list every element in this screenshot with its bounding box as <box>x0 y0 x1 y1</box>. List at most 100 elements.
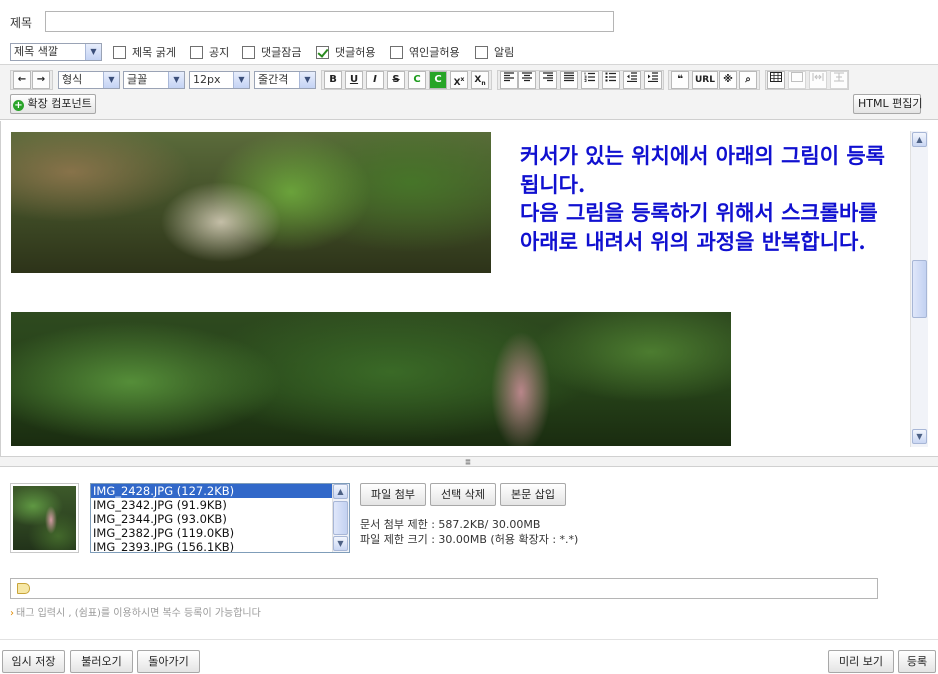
resize-grip-icon[interactable]: ▬ ▬ <box>463 458 473 467</box>
strikethrough-button[interactable]: S <box>387 71 405 89</box>
back-button[interactable]: 돌아가기 <box>137 650 200 673</box>
superscript-button[interactable]: Xx <box>450 71 468 89</box>
tag-icon <box>17 583 30 594</box>
chevron-down-icon[interactable]: ▼ <box>912 429 927 444</box>
url-button[interactable]: URL <box>692 71 718 89</box>
checkbox-box[interactable] <box>190 45 203 59</box>
checkbox-box[interactable] <box>242 45 255 59</box>
search-icon[interactable]: ⌕ <box>739 71 757 89</box>
chevron-down-icon: ▼ <box>103 72 119 88</box>
title-color-select-value: 제목 색깔 <box>14 45 58 58</box>
redo-button[interactable]: → <box>32 71 50 89</box>
indent-icon[interactable] <box>644 71 662 89</box>
split-cells-icon[interactable] <box>830 71 848 89</box>
checkbox-box[interactable] <box>390 45 403 59</box>
load-button[interactable]: 불러오기 <box>70 650 133 673</box>
format-select[interactable]: 형식 ▼ <box>58 71 120 89</box>
html-editor-button[interactable]: HTML 편집기 <box>853 94 922 114</box>
text-color-button[interactable]: C <box>408 71 426 89</box>
editor-scrollbar[interactable]: ▲ ▼ <box>910 131 928 447</box>
tag-hint: › 태그 입력시 , (쉼표)를 이용하시면 복수 등록이 가능합니다 <box>10 604 261 619</box>
quote-button[interactable]: ❝ <box>671 71 689 89</box>
bold-title-checkbox[interactable]: 제목 굵게 <box>113 44 176 60</box>
line-height-select-value: 줄간격 <box>258 73 289 86</box>
undo-button[interactable]: ← <box>13 71 31 89</box>
merge-cells-icon[interactable] <box>809 71 827 89</box>
font-select-value: 글꼴 <box>127 73 148 86</box>
line-height-select[interactable]: 줄간격 ▼ <box>254 71 316 89</box>
bullet-icon: › <box>10 608 14 619</box>
chevron-up-icon[interactable]: ▲ <box>333 484 348 499</box>
file-list-item[interactable]: IMG_2382.JPG (119.0KB) <box>91 526 349 540</box>
subscript-button[interactable]: Xn <box>471 71 489 89</box>
checkbox-box[interactable] <box>475 45 488 59</box>
cell-icon[interactable] <box>788 71 806 89</box>
ordered-list-icon[interactable] <box>581 71 599 89</box>
insert-into-body-button[interactable]: 본문 삽입 <box>500 483 566 506</box>
align-center-icon[interactable] <box>518 71 536 89</box>
submit-button[interactable]: 등록 <box>898 650 936 673</box>
chevron-down-icon[interactable]: ▼ <box>333 536 348 551</box>
checkbox-box-checked[interactable] <box>316 45 329 59</box>
file-list-item[interactable]: IMG_2342.JPG (91.9KB) <box>91 498 349 512</box>
unordered-list-icon[interactable] <box>602 71 620 89</box>
checkbox-label: 공지 <box>209 46 230 59</box>
temp-save-button[interactable]: 임시 저장 <box>2 650 65 673</box>
attachment-file-list[interactable]: IMG_2428.JPG (127.2KB) IMG_2342.JPG (91.… <box>90 483 350 553</box>
allow-trackback-checkbox[interactable]: 엮인글허용 <box>390 44 460 60</box>
chevron-up-icon[interactable]: ▲ <box>912 132 927 147</box>
bold-button[interactable]: B <box>324 71 342 89</box>
file-list-item[interactable]: IMG_2393.JPG (156.1KB) <box>91 540 349 552</box>
allow-comments-checkbox[interactable]: 댓글허용 <box>316 44 375 60</box>
thumbnail-image <box>13 486 76 550</box>
title-input[interactable] <box>45 11 614 32</box>
chevron-down-icon: ▼ <box>85 44 101 60</box>
editor-paragraph: 커서가 있는 위치에서 아래의 그림이 등록됩니다. <box>520 143 885 197</box>
checkbox-box[interactable] <box>113 45 126 59</box>
notify-checkbox[interactable]: 알림 <box>475 44 514 60</box>
file-list-scrollbar[interactable]: ▲ ▼ <box>332 484 349 552</box>
align-left-icon[interactable] <box>500 71 518 89</box>
tag-input[interactable] <box>10 578 878 599</box>
special-char-button[interactable]: ※ <box>719 71 737 89</box>
superscript-label: X <box>453 78 461 88</box>
scrollbar-thumb[interactable] <box>912 260 927 318</box>
font-size-select-value: 12px <box>193 73 221 86</box>
attachment-preview <box>10 483 79 553</box>
tag-hint-text: 태그 입력시 , (쉼표)를 이용하시면 복수 등록이 가능합니다 <box>16 608 261 619</box>
chevron-down-icon: ▼ <box>233 72 249 88</box>
format-select-value: 형식 <box>62 73 83 86</box>
align-right-icon[interactable] <box>539 71 557 89</box>
background-color-button[interactable]: C <box>429 71 447 89</box>
checkbox-label: 댓글허용 <box>335 46 376 59</box>
scrollbar-thumb[interactable] <box>333 501 348 535</box>
delete-selected-button[interactable]: 선택 삭제 <box>430 483 496 506</box>
plus-icon: + <box>13 100 24 111</box>
file-list-item[interactable]: IMG_2344.JPG (93.0KB) <box>91 512 349 526</box>
notice-checkbox[interactable]: 공지 <box>190 44 229 60</box>
comment-lock-checkbox[interactable]: 댓글잠금 <box>242 44 301 60</box>
font-size-select[interactable]: 12px ▼ <box>189 71 250 89</box>
inserted-image[interactable] <box>11 312 731 446</box>
italic-button[interactable]: I <box>366 71 384 89</box>
checkbox-label: 댓글잠금 <box>261 46 302 59</box>
chevron-down-icon: ▼ <box>299 72 315 88</box>
table-icon[interactable] <box>767 71 785 89</box>
underline-button[interactable]: U <box>345 71 363 89</box>
editor-text[interactable]: 커서가 있는 위치에서 아래의 그림이 등록됩니다. 다음 그림을 등록하기 위… <box>520 142 890 256</box>
file-list-item[interactable]: IMG_2428.JPG (127.2KB) <box>91 484 349 498</box>
checkbox-label: 알림 <box>494 46 515 59</box>
file-size-limit-text: 파일 제한 크기 : 30.00MB (허용 확장자 : *.*) <box>360 533 579 546</box>
attachment-limit-text: 문서 첨부 제한 : 587.2KB/ 30.00MB <box>360 518 541 531</box>
align-justify-icon[interactable] <box>560 71 578 89</box>
title-color-select[interactable]: 제목 색깔 ▼ <box>10 43 102 61</box>
preview-button[interactable]: 미리 보기 <box>828 650 894 673</box>
extension-component-button[interactable]: + 확장 컴포넌트 <box>10 94 96 114</box>
inserted-image[interactable] <box>11 132 491 273</box>
footer-divider <box>0 639 938 640</box>
outdent-icon[interactable] <box>623 71 641 89</box>
checkbox-label: 제목 굵게 <box>132 46 176 59</box>
editor-paragraph: 다음 그림을 등록하기 위해서 스크롤바를 아래로 내려서 위의 과정을 반복합… <box>520 200 878 254</box>
attach-file-button[interactable]: 파일 첨부 <box>360 483 426 506</box>
font-select[interactable]: 글꼴 ▼ <box>123 71 185 89</box>
